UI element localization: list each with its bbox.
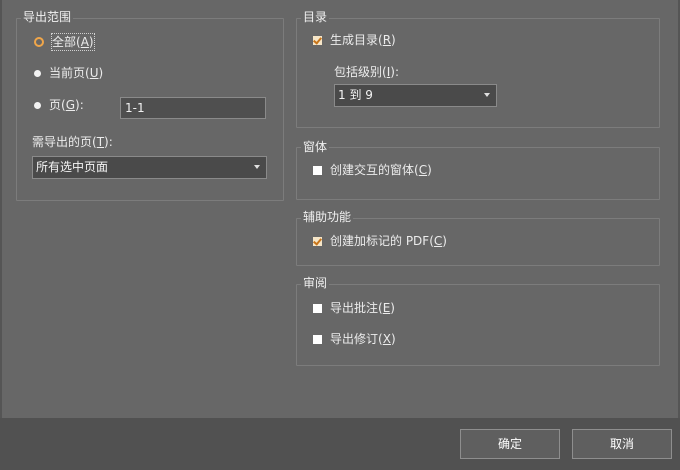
radio-pages[interactable]: 页(G):	[34, 97, 84, 113]
radio-current-page-indicator[interactable]	[34, 69, 41, 77]
chevron-down-icon	[254, 165, 260, 169]
checkbox-generate-toc-label[interactable]: 生成目录(R)	[330, 32, 396, 48]
ok-button[interactable]: 确定	[460, 429, 560, 459]
checkbox-export-comments[interactable]: 导出批注(E)	[313, 300, 395, 316]
checkbox-generate-toc[interactable]: 生成目录(R)	[313, 32, 396, 48]
accessibility-title: 辅助功能	[301, 210, 354, 224]
toc-levels-select[interactable]: 1 到 9	[334, 84, 497, 107]
pages-to-export-select[interactable]: 所有选中页面	[32, 156, 267, 179]
checkbox-tagged-pdf-indicator[interactable]	[313, 236, 322, 246]
radio-all-indicator[interactable]	[34, 37, 44, 47]
checkbox-interactive-forms[interactable]: 创建交互的窗体(C)	[313, 162, 432, 178]
pages-to-export-label: 需导出的页(T):	[32, 135, 113, 149]
review-group	[296, 284, 660, 366]
checkbox-tagged-pdf-label[interactable]: 创建加标记的 PDF(C)	[330, 233, 447, 249]
toc-title: 目录	[301, 10, 330, 24]
export-range-title: 导出范围	[21, 10, 74, 24]
chevron-down-icon	[484, 93, 490, 97]
radio-pages-label[interactable]: 页(G):	[49, 97, 84, 113]
checkbox-export-revisions-indicator[interactable]	[313, 334, 322, 344]
cancel-button[interactable]: 取消	[572, 429, 672, 459]
radio-current-page-label[interactable]: 当前页(U)	[49, 65, 103, 81]
checkbox-export-revisions[interactable]: 导出修订(X)	[313, 331, 396, 347]
checkbox-interactive-forms-indicator[interactable]	[313, 165, 322, 175]
checkbox-interactive-forms-label[interactable]: 创建交互的窗体(C)	[330, 162, 432, 178]
radio-current-page[interactable]: 当前页(U)	[34, 65, 103, 81]
window-left-edge	[0, 0, 2, 418]
radio-pages-indicator[interactable]	[34, 101, 41, 109]
checkbox-generate-toc-indicator[interactable]	[313, 35, 322, 45]
toc-levels-value: 1 到 9	[338, 88, 373, 102]
checkbox-export-revisions-label[interactable]: 导出修订(X)	[330, 331, 396, 347]
checkbox-tagged-pdf[interactable]: 创建加标记的 PDF(C)	[313, 233, 447, 249]
toc-levels-label: 包括级别(I):	[334, 65, 399, 79]
checkbox-export-comments-label[interactable]: 导出批注(E)	[330, 300, 395, 316]
pages-range-input[interactable]: 1-1	[120, 97, 266, 119]
pages-to-export-value: 所有选中页面	[36, 160, 109, 174]
checkbox-export-comments-indicator[interactable]	[313, 303, 322, 313]
forms-title: 窗体	[301, 140, 330, 154]
radio-all-label[interactable]: 全部(A)	[51, 33, 95, 51]
review-title: 审阅	[301, 276, 330, 290]
radio-all[interactable]: 全部(A)	[34, 33, 95, 51]
